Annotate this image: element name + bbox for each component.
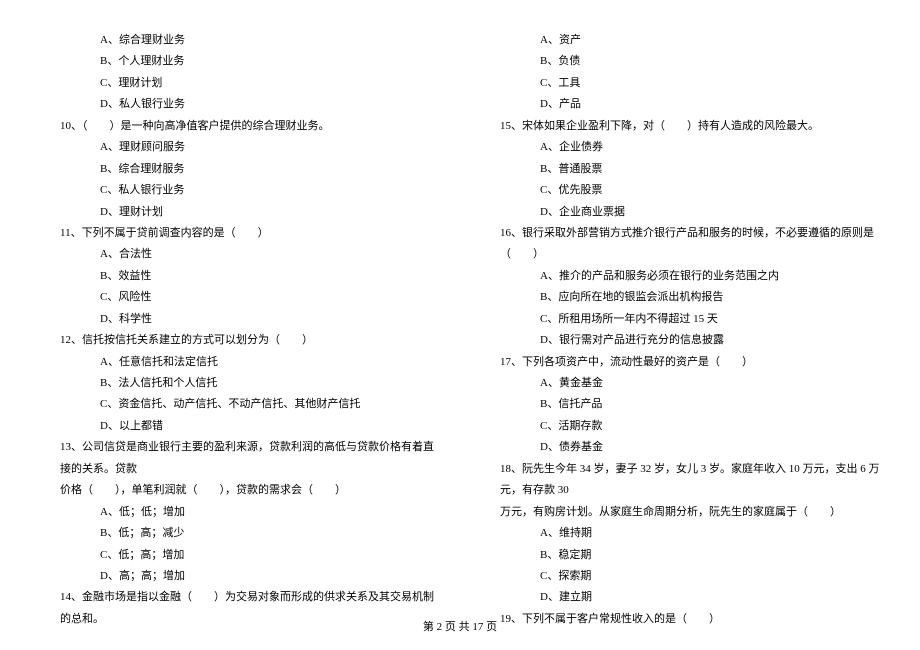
q12-option-d: D、以上都错 bbox=[40, 416, 440, 437]
q13-option-c: C、低；高；增加 bbox=[40, 545, 440, 566]
q12-option-a: A、任意信托和法定信托 bbox=[40, 352, 440, 373]
q10-option-b: B、综合理财服务 bbox=[40, 159, 440, 180]
q15-option-c: C、优先股票 bbox=[480, 180, 880, 201]
q10-option-a: A、理财顾问服务 bbox=[40, 137, 440, 158]
q12-option-c: C、资金信托、动产信托、不动产信托、其他财产信托 bbox=[40, 394, 440, 415]
q11-option-b: B、效益性 bbox=[40, 266, 440, 287]
q11-option-a: A、合法性 bbox=[40, 244, 440, 265]
q14-option-d: D、产品 bbox=[480, 94, 880, 115]
q17-option-b: B、信托产品 bbox=[480, 394, 880, 415]
q10-option-c: C、私人银行业务 bbox=[40, 180, 440, 201]
q11-option-c: C、风险性 bbox=[40, 287, 440, 308]
q10-stem: 10、（ ）是一种向高净值客户提供的综合理财业务。 bbox=[40, 116, 440, 137]
q13-option-a: A、低；低；增加 bbox=[40, 502, 440, 523]
q18-option-a: A、维持期 bbox=[480, 523, 880, 544]
q16-option-a: A、推介的产品和服务必须在银行的业务范围之内 bbox=[480, 266, 880, 287]
q17-option-a: A、黄金基金 bbox=[480, 373, 880, 394]
q17-stem: 17、下列各项资产中，流动性最好的资产是（ ） bbox=[480, 352, 880, 373]
q9-option-d: D、私人银行业务 bbox=[40, 94, 440, 115]
q15-option-a: A、企业债券 bbox=[480, 137, 880, 158]
q18-stem-line1: 18、阮先生今年 34 岁，妻子 32 岁，女儿 3 岁。家庭年收入 10 万元… bbox=[480, 459, 880, 502]
q18-option-b: B、稳定期 bbox=[480, 545, 880, 566]
q13-option-b: B、低；高；减少 bbox=[40, 523, 440, 544]
q16-option-d: D、银行需对产品进行充分的信息披露 bbox=[480, 330, 880, 351]
q13-stem-line1: 13、公司信贷是商业银行主要的盈利来源，贷款利润的高低与贷款价格有着直接的关系。… bbox=[40, 437, 440, 480]
q17-option-d: D、债券基金 bbox=[480, 437, 880, 458]
q9-option-c: C、理财计划 bbox=[40, 73, 440, 94]
q18-option-c: C、探索期 bbox=[480, 566, 880, 587]
q18-option-d: D、建立期 bbox=[480, 587, 880, 608]
q15-stem: 15、宋体如果企业盈利下降，对（ ）持有人造成的风险最大。 bbox=[480, 116, 880, 137]
q12-option-b: B、法人信托和个人信托 bbox=[40, 373, 440, 394]
q11-stem: 11、下列不属于贷前调查内容的是（ ） bbox=[40, 223, 440, 244]
q16-stem: 16、银行采取外部营销方式推介银行产品和服务的时候，不必要遵循的原则是（ ） bbox=[480, 223, 880, 266]
q9-option-a: A、综合理财业务 bbox=[40, 30, 440, 51]
q18-stem-line2: 万元，有购房计划。从家庭生命周期分析，阮先生的家庭属于（ ） bbox=[480, 502, 880, 523]
q14-option-c: C、工具 bbox=[480, 73, 880, 94]
q16-option-c: C、所租用场所一年内不得超过 15 天 bbox=[480, 309, 880, 330]
q10-option-d: D、理财计划 bbox=[40, 202, 440, 223]
q17-option-c: C、活期存款 bbox=[480, 416, 880, 437]
q15-option-d: D、企业商业票据 bbox=[480, 202, 880, 223]
q14-option-b: B、负债 bbox=[480, 51, 880, 72]
q11-option-d: D、科学性 bbox=[40, 309, 440, 330]
q9-option-b: B、个人理财业务 bbox=[40, 51, 440, 72]
q13-option-d: D、高；高；增加 bbox=[40, 566, 440, 587]
q13-stem-line2: 价格（ ），单笔利润就（ ），贷款的需求会（ ） bbox=[40, 480, 440, 501]
page-footer: 第 2 页 共 17 页 bbox=[0, 617, 920, 638]
q14-option-a: A、资产 bbox=[480, 30, 880, 51]
q16-option-b: B、应向所在地的银监会派出机构报告 bbox=[480, 287, 880, 308]
q12-stem: 12、信托按信托关系建立的方式可以划分为（ ） bbox=[40, 330, 440, 351]
q15-option-b: B、普通股票 bbox=[480, 159, 880, 180]
